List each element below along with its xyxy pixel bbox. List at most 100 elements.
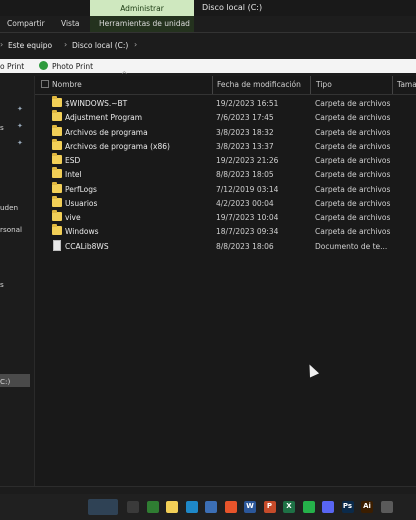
column-separator[interactable]: [392, 76, 393, 94]
nav-item-disco-local[interactable]: C:): [0, 377, 10, 386]
column-header-type[interactable]: Tipo: [316, 80, 332, 89]
table-row[interactable]: ESD 19/2/2023 21:26 Carpeta de archivos: [35, 153, 416, 167]
breadcrumb-este-equipo[interactable]: Este equipo: [8, 41, 52, 50]
cell-type: Carpeta de archivos: [315, 184, 391, 194]
table-row[interactable]: Intel 8/8/2023 18:05 Carpeta de archivos: [35, 167, 416, 181]
cell-date: 8/8/2023 18:05: [216, 170, 274, 180]
cell-type: Carpeta de archivos: [315, 227, 391, 237]
task-view-icon[interactable]: [127, 501, 139, 513]
cell-date: 19/7/2023 10:04: [216, 213, 279, 222]
address-bar[interactable]: [0, 36, 416, 56]
taskbar-divider: [0, 486, 416, 487]
cell-name: vive: [65, 213, 81, 222]
ribbon-divider: [0, 32, 416, 33]
table-row[interactable]: vive 19/7/2023 10:04 Carpeta de archivos: [35, 210, 416, 224]
column-header-size[interactable]: Tama: [397, 80, 416, 89]
column-separator[interactable]: [212, 76, 213, 94]
word-label: W: [246, 502, 254, 510]
pin-icon: ✦: [17, 139, 23, 147]
cell-date: 4/2/2023 00:04: [216, 198, 274, 208]
folder-icon: [52, 110, 62, 122]
cell-name: Windows: [65, 227, 99, 237]
cell-type: Carpeta de archivos: [315, 213, 391, 222]
folder-icon: [52, 224, 62, 236]
excel-label: X: [286, 502, 292, 510]
cell-type: Documento de te...: [315, 241, 388, 251]
cell-name: Archivos de programa: [65, 127, 148, 137]
chevron-right-icon: ›: [134, 40, 138, 49]
cell-name: Adjustment Program: [65, 113, 143, 123]
folder-icon: [52, 96, 62, 107]
tab-herramientas-de-unidad[interactable]: Herramientas de unidad: [99, 19, 190, 28]
nav-item[interactable]: s: [0, 280, 4, 289]
app-icon[interactable]: [380, 501, 393, 513]
table-row[interactable]: PerfLogs 7/12/2019 03:14 Carpeta de archiv…: [35, 181, 416, 196]
folder-icon: [52, 138, 62, 150]
cell-type: Carpeta de archivos: [315, 198, 391, 208]
tab-vista[interactable]: Vista: [61, 19, 80, 28]
cell-name: PerfLogs: [65, 184, 97, 194]
weather-widget-icon[interactable]: [88, 499, 118, 515]
chevron-right-icon: ›: [64, 40, 68, 49]
cell-type: Carpeta de archivos: [315, 99, 391, 108]
illustrator-label: Ai: [363, 502, 371, 510]
table-row[interactable]: CCALib8WS 8/8/2023 18:06 Documento de te..…: [35, 239, 416, 253]
cell-name: Intel: [65, 170, 82, 180]
pin-icon: ✦: [17, 105, 23, 113]
nav-item[interactable]: rsonal: [0, 225, 22, 234]
nav-item[interactable]: s: [0, 123, 4, 132]
header-divider: [35, 94, 416, 95]
file-explorer-icon[interactable]: [166, 501, 178, 513]
cell-type: Carpeta de archivos: [315, 113, 391, 123]
folder-icon: [52, 181, 62, 193]
bookmark-photo-print[interactable]: Photo Print: [52, 62, 93, 71]
table-row[interactable]: Windows 18/7/2023 09:34 Carpeta de archivo…: [35, 224, 416, 238]
cell-type: Carpeta de archivos: [315, 156, 391, 165]
table-row[interactable]: $WINDOWS.~BT 19/2/2023 16:51 Carpeta de ar…: [35, 96, 416, 110]
brave-icon[interactable]: [224, 501, 237, 513]
cell-date: 8/8/2023 18:06: [216, 241, 274, 251]
column-header-name[interactable]: Nombre: [52, 80, 82, 89]
cell-name: Archivos de programa (x86): [65, 141, 170, 151]
cell-name: Usuarios: [65, 198, 98, 208]
table-row[interactable]: Usuarios 4/2/2023 00:04 Carpeta de archivo…: [35, 195, 416, 210]
folder-icon: [52, 195, 62, 207]
edge-icon[interactable]: [185, 501, 198, 513]
pin-icon: ✦: [17, 122, 23, 130]
powerpoint-label: P: [266, 502, 273, 510]
cell-type: Carpeta de archivos: [315, 127, 391, 137]
cell-date: 19/2/2023 21:26: [216, 156, 279, 165]
chevron-right-icon: ›: [0, 40, 4, 49]
select-all-checkbox[interactable]: [41, 80, 49, 88]
chrome-icon[interactable]: [146, 501, 159, 513]
table-row[interactable]: Archivos de programa (x86) 3/8/2023 13:37…: [35, 138, 416, 153]
column-separator[interactable]: [310, 76, 311, 94]
breadcrumb-disco-local[interactable]: Disco local (C:): [72, 41, 128, 50]
folder-icon: [52, 167, 62, 179]
bookmark-photo-print-partial[interactable]: o Print: [0, 62, 24, 71]
discord-icon[interactable]: [322, 501, 334, 513]
whatsapp-icon[interactable]: [302, 501, 315, 513]
folder-icon: [52, 124, 62, 136]
cell-date: 3/8/2023 18:32: [216, 127, 274, 137]
table-row[interactable]: Archivos de programa 3/8/2023 18:32 Carpet…: [35, 124, 416, 139]
cell-name: ESD: [65, 156, 81, 165]
navigation-pane: [0, 76, 34, 486]
table-row[interactable]: Adjustment Program 7/6/2023 17:45 Carpeta …: [35, 110, 416, 124]
cell-name: $WINDOWS.~BT: [65, 99, 128, 108]
tab-administrar[interactable]: Administrar: [90, 0, 194, 16]
file-icon: [53, 239, 61, 251]
column-header-date[interactable]: Fecha de modificación: [217, 80, 301, 89]
cell-type: Carpeta de archivos: [315, 141, 391, 151]
cell-date: 19/2/2023 16:51: [216, 99, 279, 108]
cell-date: 7/12/2019 03:14: [216, 184, 279, 194]
folder-icon: [52, 210, 62, 221]
cell-date: 3/8/2023 13:37: [216, 141, 274, 151]
folder-icon: [52, 153, 62, 164]
cell-date: 18/7/2023 09:34: [216, 227, 279, 237]
cell-name: CCALib8WS: [65, 241, 109, 251]
nav-item[interactable]: uden: [0, 203, 18, 212]
tab-compartir[interactable]: Compartir: [7, 19, 45, 28]
store-icon[interactable]: [205, 501, 217, 513]
window-title: Disco local (C:): [202, 3, 263, 12]
